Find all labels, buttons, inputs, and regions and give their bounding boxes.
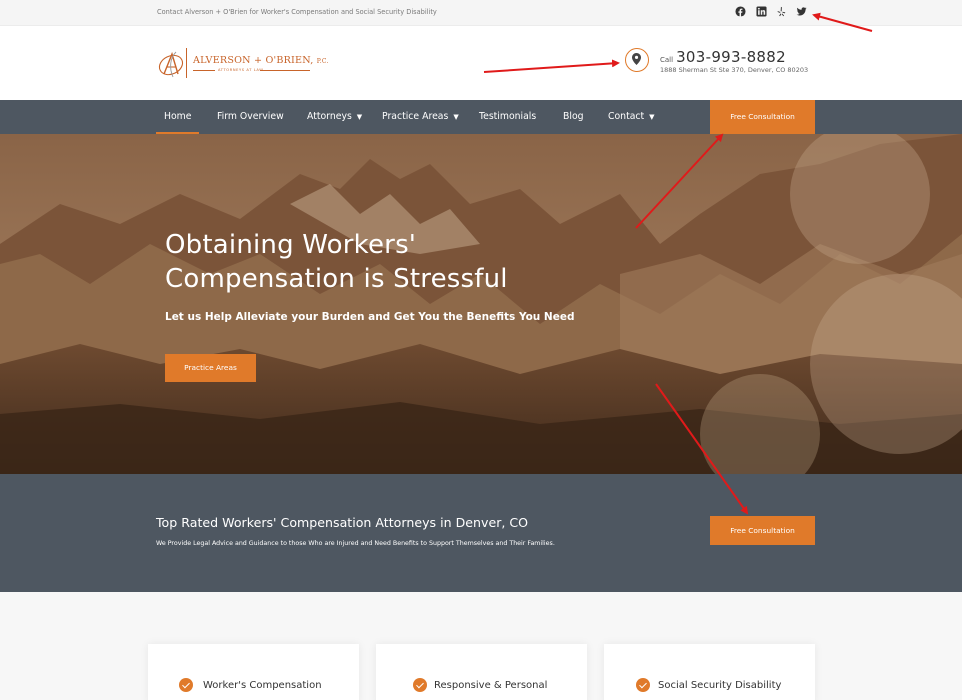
top-bar-text: Contact Alverson + O'Brien for Worker's … — [157, 8, 437, 16]
hero-subtitle: Let us Help Alleviate your Burden and Ge… — [165, 311, 575, 323]
cta-band — [0, 474, 962, 592]
logo-rule-right — [260, 70, 310, 71]
main-nav: Home Firm Overview Attorneys ▼ Practice A… — [0, 100, 962, 134]
facebook-icon[interactable] — [735, 6, 746, 17]
feature-card-title: Social Security Disability — [658, 680, 782, 691]
logo-rule-left — [193, 70, 215, 71]
logo-monogram-icon — [158, 51, 184, 78]
feature-card: Worker's Compensation — [148, 644, 359, 700]
nav-firm-overview[interactable]: Firm Overview — [217, 111, 284, 122]
hero-banner — [0, 134, 962, 474]
logo-firm-name: ALVERSON + O'BRIEN, P.C. — [193, 55, 329, 66]
chevron-down-icon: ▼ — [649, 113, 655, 121]
nav-practice-areas[interactable]: Practice Areas ▼ — [382, 111, 459, 122]
nav-attorneys[interactable]: Attorneys ▼ — [307, 111, 362, 122]
nav-home[interactable]: Home — [164, 111, 191, 122]
site-header: ALVERSON + O'BRIEN, P.C. ATTORNEYS AT LA… — [0, 26, 962, 100]
phone-line[interactable]: Call 303-993-8882 — [660, 47, 786, 66]
mountain-background-image — [0, 134, 962, 474]
firm-logo[interactable]: ALVERSON + O'BRIEN, P.C. ATTORNEYS AT LA… — [156, 46, 329, 82]
nav-contact[interactable]: Contact ▼ — [608, 111, 655, 122]
chevron-down-icon: ▼ — [453, 113, 459, 121]
nav-free-consultation-button[interactable]: Free Consultation — [710, 100, 815, 134]
feature-card: Responsive & Personal — [376, 644, 587, 700]
feature-card: Social Security Disability — [604, 644, 815, 700]
check-circle-icon — [179, 678, 193, 692]
logo-divider — [186, 48, 187, 78]
yelp-icon[interactable] — [776, 6, 787, 17]
band-subtitle: We Provide Legal Advice and Guidance to … — [156, 540, 555, 547]
band-title: Top Rated Workers' Compensation Attorney… — [156, 515, 529, 530]
linkedin-icon[interactable] — [756, 6, 767, 17]
band-free-consultation-button[interactable]: Free Consultation — [710, 516, 815, 545]
call-label: Call — [660, 56, 674, 64]
hero-title: Obtaining Workers' Compensation is Stress… — [165, 230, 508, 294]
twitter-icon[interactable] — [796, 6, 807, 17]
logo-tagline: ATTORNEYS AT LAW — [218, 68, 264, 72]
top-bar: Contact Alverson + O'Brien for Worker's … — [0, 0, 962, 26]
feature-card-title: Worker's Compensation — [203, 680, 322, 691]
feature-card-title: Responsive & Personal — [434, 680, 548, 691]
location-pin-icon[interactable] — [625, 48, 649, 72]
check-circle-icon — [636, 678, 650, 692]
nav-blog[interactable]: Blog — [563, 111, 584, 122]
phone-number[interactable]: 303-993-8882 — [676, 48, 786, 66]
practice-areas-button[interactable]: Practice Areas — [165, 354, 256, 382]
check-circle-icon — [413, 678, 427, 692]
nav-testimonials[interactable]: Testimonials — [479, 111, 536, 122]
chevron-down-icon: ▼ — [356, 113, 363, 121]
office-address: 1888 Sherman St Ste 370, Denver, CO 8020… — [660, 66, 809, 74]
